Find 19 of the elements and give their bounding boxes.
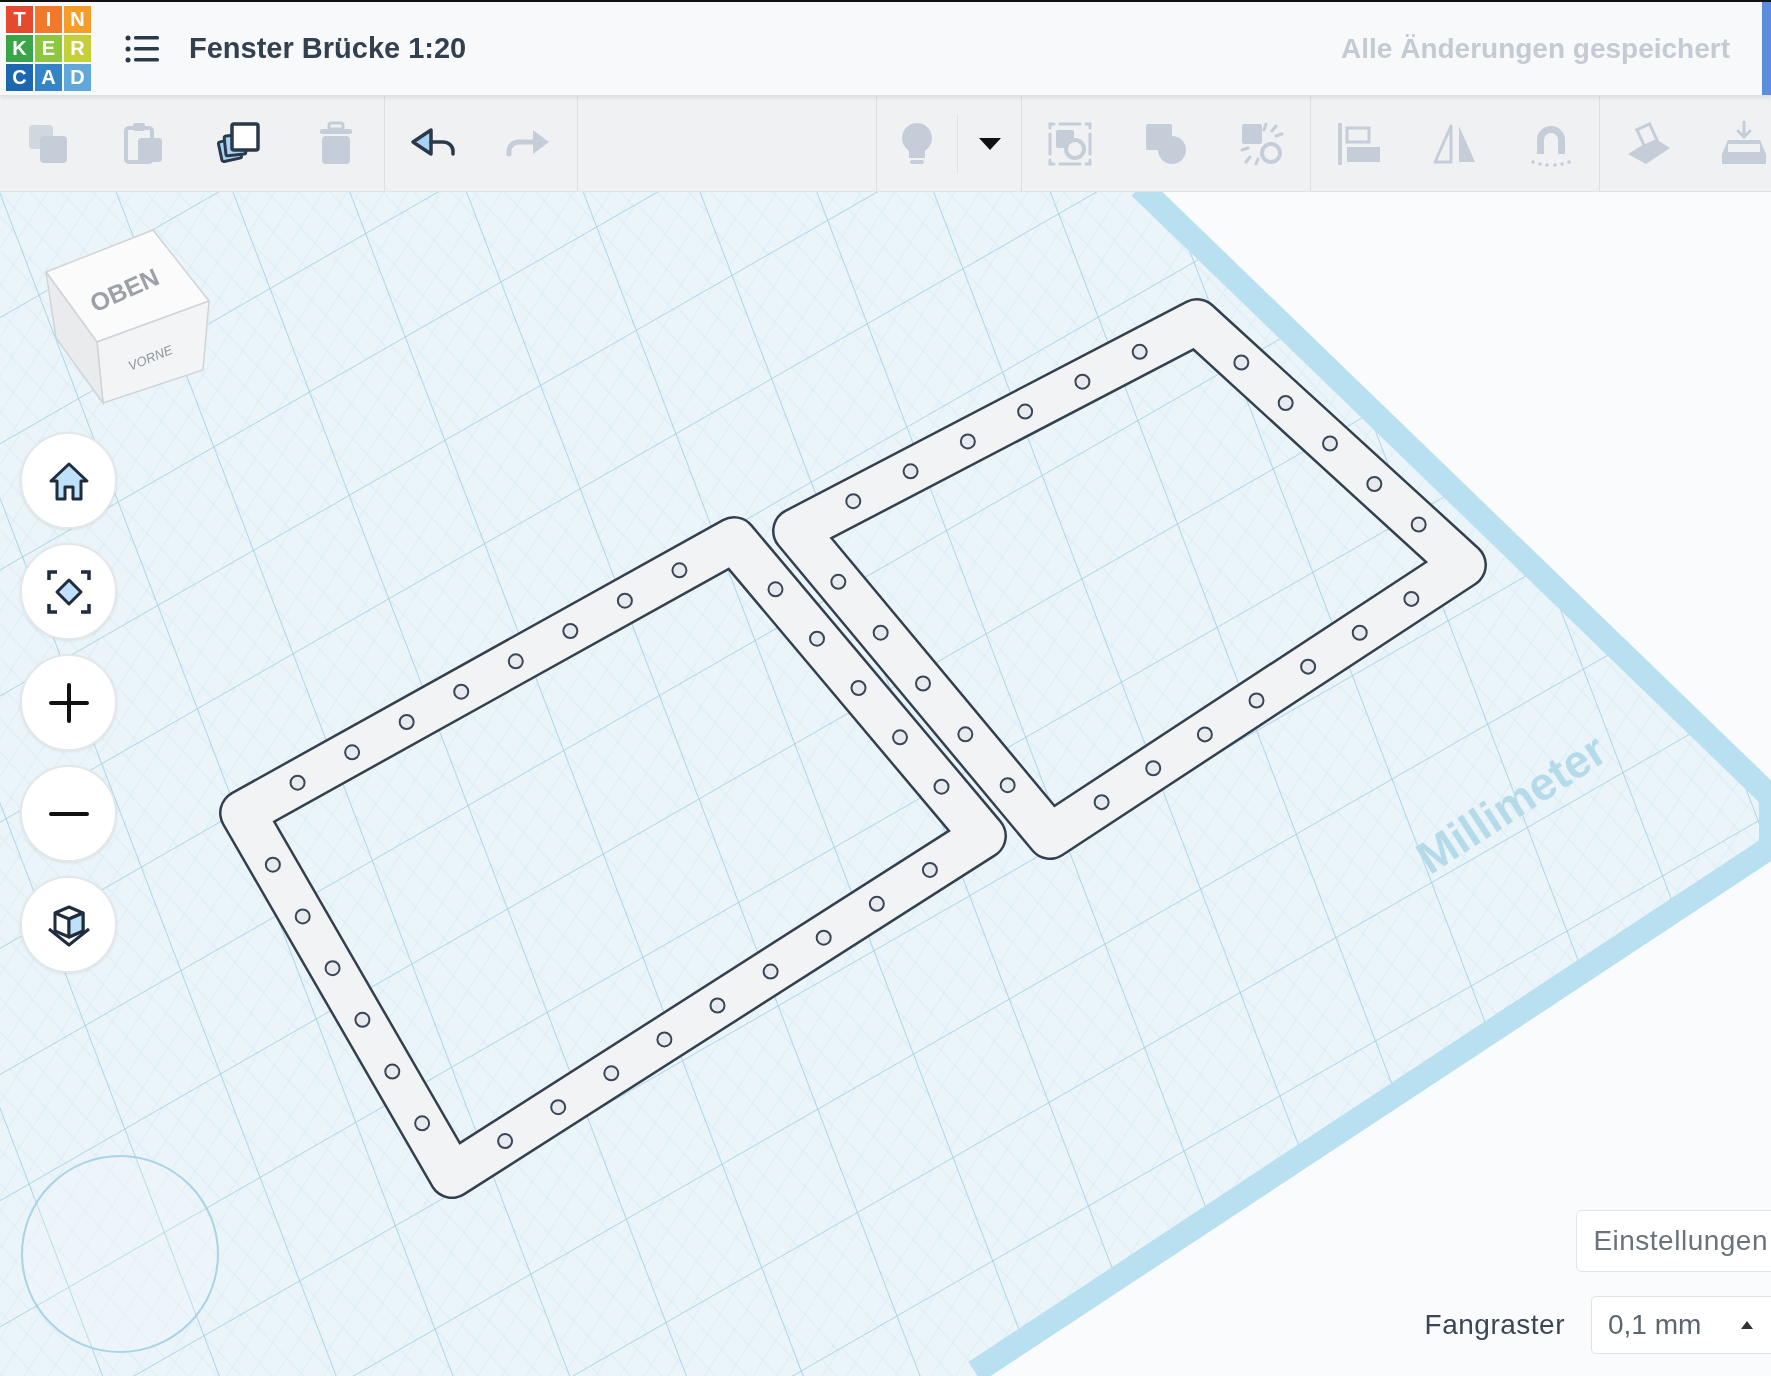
menu-icon[interactable] <box>125 33 159 64</box>
logo-tile: T <box>6 6 33 33</box>
zoom-out-icon <box>48 811 89 816</box>
logo-tile: D <box>64 64 91 91</box>
logo-tile: E <box>35 35 62 62</box>
snap-grid-label: Fangraster <box>1424 1309 1565 1341</box>
project-title[interactable]: Fenster Brücke 1:20 <box>189 32 467 65</box>
fit-view-icon <box>44 567 93 616</box>
logo-tile: I <box>35 6 62 33</box>
caret-icon <box>978 137 1001 150</box>
caret-icon <box>1741 1321 1754 1329</box>
window-frame-drawing[interactable] <box>219 516 1007 1199</box>
snap-grid-select[interactable]: 0,1 mm <box>1591 1296 1771 1354</box>
settings-button[interactable]: Einstellungen <box>1576 1210 1771 1272</box>
logo-tile: A <box>35 64 62 91</box>
logo-tile: N <box>64 6 91 33</box>
logo-tile: C <box>6 64 33 91</box>
logo-tile: R <box>64 35 91 62</box>
logo-tile: K <box>6 35 33 62</box>
